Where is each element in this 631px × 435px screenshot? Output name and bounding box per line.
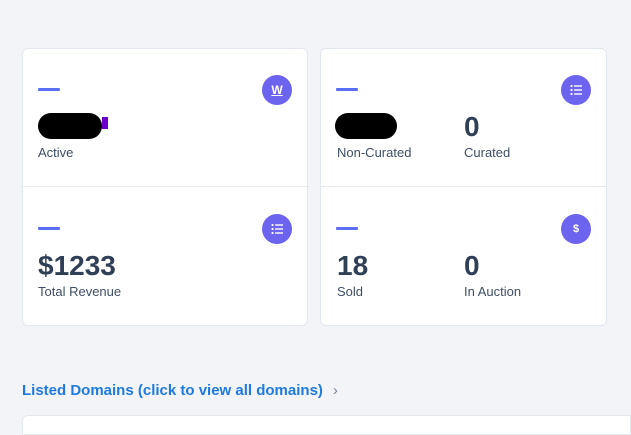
revenue-stat: $1233 Total Revenue xyxy=(38,250,121,300)
redaction-mark xyxy=(38,113,102,139)
curated-stat: 0 Curated xyxy=(464,111,510,161)
auction-stat: 0 In Auction xyxy=(464,250,521,300)
curation-stat-panel: Non-Curated 0 Curated xyxy=(321,49,606,187)
stats-card-right: Non-Curated 0 Curated $ 18 Sold 0 In Auc… xyxy=(320,48,607,326)
stats-card-left: W Active $1233 Total Revenue xyxy=(22,48,308,326)
redaction-mark xyxy=(335,113,397,139)
dollar-icon: $ xyxy=(561,214,591,244)
auction-label: In Auction xyxy=(464,284,522,299)
w-icon: W xyxy=(262,75,292,105)
sold-label: Sold xyxy=(337,284,364,299)
auction-value: 0 xyxy=(464,250,480,281)
revenue-label: Total Revenue xyxy=(38,284,122,299)
accent-dash xyxy=(336,88,358,91)
curated-label: Curated xyxy=(464,145,511,160)
dollar-icon-glyph: $ xyxy=(572,223,580,235)
accent-dash xyxy=(336,227,358,230)
listed-domains-card xyxy=(22,415,631,435)
redaction-accent xyxy=(102,117,108,129)
accent-dash xyxy=(38,227,60,230)
active-label: Active xyxy=(38,145,74,160)
active-stat-panel: W Active xyxy=(23,49,307,187)
chevron-right-icon[interactable]: › xyxy=(333,382,338,399)
sold-value: 18 xyxy=(337,250,369,281)
sales-stat-panel: $ 18 Sold 0 In Auction xyxy=(321,188,606,325)
non-curated-label: Non-Curated xyxy=(337,145,412,160)
accent-dash xyxy=(38,88,60,91)
curated-value: 0 xyxy=(464,111,480,142)
listed-domains-link[interactable]: Listed Domains (click to view all domain… xyxy=(22,382,338,399)
sold-stat: 18 Sold xyxy=(337,250,368,300)
list-icon xyxy=(262,214,292,244)
listed-domains-text[interactable]: Listed Domains (click to view all domain… xyxy=(22,382,323,399)
revenue-value: $1233 xyxy=(38,250,116,281)
revenue-stat-panel: $1233 Total Revenue xyxy=(23,188,307,325)
w-icon-letter: W xyxy=(271,83,283,97)
list-icon xyxy=(561,75,591,105)
